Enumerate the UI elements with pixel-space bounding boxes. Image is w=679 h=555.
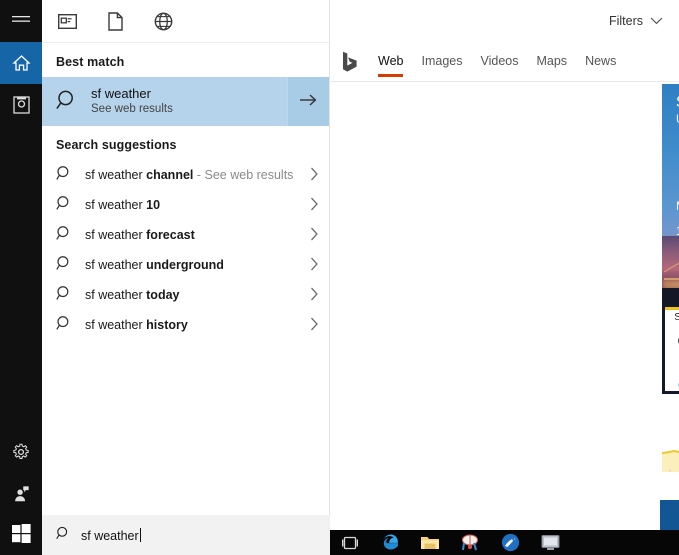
- search-icon: [56, 89, 79, 115]
- task-view-icon[interactable]: [330, 530, 370, 555]
- city-skyline-image: [662, 236, 679, 304]
- best-match-title: sf weather: [91, 86, 151, 102]
- suggestions-list: sf weather channel - See web results sf w…: [42, 160, 329, 340]
- suggestions-header: Search suggestions: [56, 138, 177, 152]
- temperature-trend-chart: 56°54°55°63°60°: [662, 394, 679, 488]
- best-match-header: Best match: [56, 55, 125, 69]
- tab-maps[interactable]: Maps: [536, 54, 567, 70]
- trend-chart-svg: 56°54°55°63°60°: [662, 450, 679, 472]
- weather-sky-panel: San Francisco, CA Updated May 27, 9:05 P…: [662, 84, 679, 304]
- search-icon: [56, 165, 73, 185]
- text-caret: [139, 527, 141, 542]
- search-input[interactable]: sf weather: [42, 515, 330, 555]
- edge-icon[interactable]: [370, 530, 410, 555]
- bay-bridge-icon: [664, 262, 679, 280]
- suggestion-item[interactable]: sf weather history: [42, 310, 329, 340]
- web-icon[interactable]: [152, 10, 174, 32]
- windows-search-screen: Best match sf weather See web results Se…: [0, 0, 679, 555]
- my-stuff-icon: [12, 96, 30, 114]
- bay-water: [662, 288, 679, 304]
- search-icon: [56, 315, 73, 335]
- start-icon: [11, 524, 31, 546]
- search-icon: [56, 225, 73, 245]
- results-panel: Best match sf weather See web results Se…: [42, 0, 330, 555]
- bing-tabs: Web Images Videos Maps News: [378, 54, 616, 77]
- suggestion-item[interactable]: sf weather 10: [42, 190, 329, 220]
- suggestion-label: sf weather history: [85, 318, 188, 332]
- search-icon: [56, 195, 73, 215]
- hamburger-menu-button[interactable]: [0, 0, 42, 42]
- chart-area: [662, 451, 679, 472]
- tab-images[interactable]: Images: [421, 54, 462, 70]
- documents-icon[interactable]: [104, 10, 126, 32]
- apps-icon[interactable]: [56, 10, 78, 32]
- see-all-web-results-button[interactable]: See all web results: [660, 500, 679, 530]
- start-button[interactable]: [0, 515, 42, 555]
- preview-panel: Filters Web Images Videos Maps News San Fran…: [330, 0, 679, 555]
- best-match-text: sf weather See web results: [91, 86, 173, 117]
- suggestion-item[interactable]: sf weather today: [42, 280, 329, 310]
- hamburger-icon: [12, 15, 30, 27]
- media-icon[interactable]: [490, 530, 530, 555]
- best-match-main[interactable]: sf weather See web results: [42, 77, 287, 126]
- chevron-right-icon[interactable]: [310, 287, 319, 304]
- bing-logo-icon: [342, 51, 360, 73]
- search-icon: [56, 285, 73, 305]
- results-toolbar: [42, 0, 329, 42]
- filters-label: Filters: [608, 14, 643, 28]
- search-value-text: sf weather: [81, 528, 139, 543]
- preview-header: Filters: [330, 0, 679, 42]
- feedback-icon: [12, 485, 30, 503]
- search-icon: [56, 255, 73, 275]
- filters-button[interactable]: Filters: [609, 14, 663, 28]
- feedback-button[interactable]: [0, 473, 42, 515]
- forecast-cards: Sat 2766°53°0%Sun 2864°53°0%Mon 2963°53°…: [665, 307, 679, 391]
- settings-button[interactable]: [0, 431, 42, 473]
- moon-cloud-icon: [675, 324, 679, 348]
- search-input-value: sf weather: [81, 527, 141, 543]
- suggestion-item[interactable]: sf weather channel - See web results: [42, 160, 329, 190]
- chevron-right-icon[interactable]: [310, 197, 319, 214]
- suggestion-label: sf weather channel - See web results: [85, 168, 294, 182]
- tab-web[interactable]: Web: [378, 54, 404, 77]
- chevron-right-icon[interactable]: [310, 227, 319, 244]
- suggestion-item[interactable]: sf weather forecast: [42, 220, 329, 250]
- chevron-right-icon[interactable]: [310, 317, 319, 334]
- bing-tabs-bar: Web Images Videos Maps News: [330, 42, 679, 82]
- sidebar-item-my-stuff[interactable]: [0, 84, 42, 126]
- suggestion-label: sf weather 10: [85, 198, 161, 212]
- tab-news[interactable]: News: [585, 54, 616, 70]
- arrow-right-icon: [299, 93, 318, 110]
- suggestion-label: sf weather underground: [85, 258, 224, 272]
- file-explorer-icon[interactable]: [410, 530, 450, 555]
- forecast-card[interactable]: Sat 2766°53°0%: [665, 307, 679, 391]
- chevron-down-icon: [650, 14, 663, 28]
- paint-icon[interactable]: [450, 530, 490, 555]
- forecast-day: Sat 27: [674, 311, 679, 323]
- best-match-open-button[interactable]: [287, 77, 329, 126]
- app-icon[interactable]: [530, 530, 570, 555]
- chevron-right-icon[interactable]: [310, 257, 319, 274]
- forecast-strip: Sat 2766°53°0%Sun 2864°53°0%Mon 2963°53°…: [662, 304, 679, 394]
- weather-card: San Francisco, CA Updated May 27, 9:05 P…: [662, 84, 679, 488]
- taskbar: [330, 530, 679, 555]
- suggestion-label: sf weather today: [85, 288, 180, 302]
- suggestion-item[interactable]: sf weather underground: [42, 250, 329, 280]
- tab-videos[interactable]: Videos: [480, 54, 518, 70]
- chevron-right-icon[interactable]: [310, 167, 319, 184]
- home-icon: [11, 54, 31, 72]
- sidebar-item-home[interactable]: [0, 42, 42, 84]
- left-rail: [0, 0, 42, 555]
- suggestion-label: sf weather forecast: [85, 228, 195, 242]
- search-icon: [56, 526, 71, 544]
- gear-icon: [12, 443, 30, 461]
- best-match-result[interactable]: sf weather See web results: [42, 77, 329, 126]
- best-match-subtitle: See web results: [91, 103, 173, 116]
